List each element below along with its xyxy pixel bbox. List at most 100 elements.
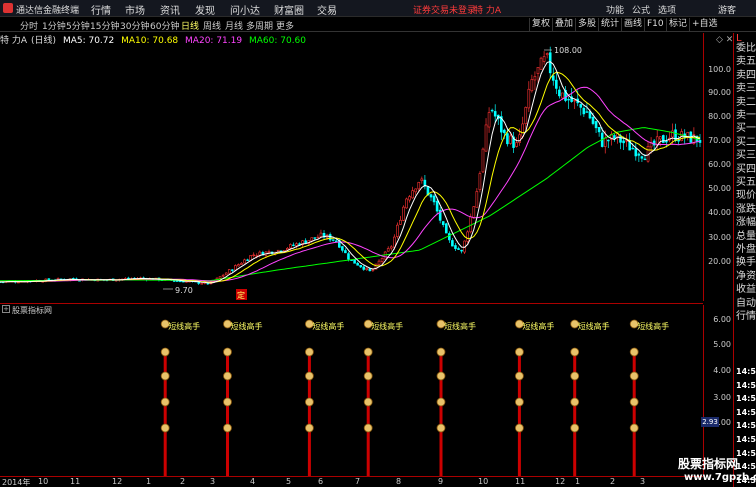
- btn-adjust[interactable]: 复权: [529, 18, 552, 31]
- candle-body: [634, 148, 638, 157]
- max-price-label: 108.00: [554, 46, 582, 55]
- candle-body: [509, 135, 512, 144]
- candle-body: [368, 268, 372, 272]
- candle-body: [677, 139, 680, 142]
- btn-draw[interactable]: 画线: [621, 18, 644, 31]
- candle-body: [524, 107, 528, 125]
- menu-options[interactable]: 选项: [658, 3, 676, 16]
- tick-time: 14:5: [736, 380, 756, 390]
- period-monthly[interactable]: 月线: [225, 19, 243, 32]
- candle-body: [405, 198, 408, 209]
- candle-body: [545, 53, 549, 56]
- candle-body: [597, 127, 601, 133]
- site-watermark: 股票指标网 www.7gpzb.com: [674, 455, 756, 487]
- period-5min[interactable]: 5分钟: [66, 19, 90, 32]
- signal-label: 短线高手: [168, 321, 200, 331]
- date-tick: 10: [38, 477, 49, 486]
- signal-label: 短线高手: [637, 321, 669, 331]
- candle-body: [665, 140, 668, 143]
- candle-body: [328, 234, 332, 241]
- menu-functions[interactable]: 功能: [606, 3, 624, 16]
- indicator-panel-header: + 股票指标网: [0, 303, 703, 315]
- candle-body: [472, 206, 476, 219]
- candle-body: [417, 182, 421, 190]
- signal-label: 短线高手: [522, 321, 554, 331]
- candle-body: [536, 67, 540, 74]
- menu-trade[interactable]: 交易: [317, 2, 337, 17]
- date-tick: 7: [355, 477, 361, 486]
- tick-time: 14:5: [736, 407, 756, 417]
- candle-body: [310, 237, 314, 242]
- signal-coin-icon: [223, 347, 232, 357]
- signal-coin-icon: [436, 423, 446, 433]
- btn-overlay[interactable]: 叠加: [552, 18, 575, 31]
- quote-side-panel: L 委比 卖五 卖四 卖三 卖二 卖一 买一 买二 买三 买四 买五 现价 涨跌 涨幅 总量 外盘 换手 净资 收益自…: [733, 33, 756, 487]
- candle-body: [603, 137, 607, 147]
- watermark-line2: www.7gpzb.com: [684, 472, 756, 483]
- btn-multi-stock[interactable]: 多股: [575, 18, 598, 31]
- signal-indicator-chart[interactable]: 短线高手 短线高手 短线高手 短线高手 短线高手 短线高手 短线高手 短线高手: [0, 316, 703, 476]
- signal-coin-icon: [160, 371, 170, 381]
- signal-coin-icon: [515, 371, 524, 381]
- signal-coin-icon: [629, 397, 639, 407]
- period-weekly[interactable]: 周线: [203, 19, 221, 32]
- signal-coin-icon: [436, 397, 446, 407]
- candle-body: [643, 158, 647, 161]
- date-tick: 5: [286, 477, 292, 486]
- btn-f10[interactable]: F10: [644, 18, 666, 31]
- date-tick: 1: [146, 477, 152, 486]
- signal-label: 短线高手: [444, 321, 476, 331]
- signal-coin-icon: [304, 423, 314, 433]
- period-daily[interactable]: 日线: [181, 19, 199, 32]
- min-price-label: 9.70: [175, 286, 193, 295]
- side-label[interactable]: 行情: [736, 307, 756, 322]
- period-1min[interactable]: 1分钟: [42, 19, 66, 32]
- date-year: 2014年: [2, 478, 31, 487]
- menu-quotes[interactable]: 行情: [91, 2, 111, 17]
- event-marker[interactable]: 定: [237, 290, 245, 300]
- candle-body: [594, 121, 598, 129]
- btn-add-favorite[interactable]: +自选: [689, 18, 720, 31]
- indicator-tick: 5.00: [713, 340, 731, 349]
- guest-user[interactable]: 游客: [718, 3, 736, 16]
- price-tick: 80.00: [708, 112, 731, 121]
- signal-coin-icon: [160, 397, 170, 407]
- indicator-panel-title: 股票指标网: [12, 306, 52, 315]
- candle-body: [561, 92, 564, 99]
- date-tick: 12: [112, 477, 123, 486]
- candle-body: [341, 246, 344, 251]
- period-60min[interactable]: 60分钟: [150, 19, 179, 32]
- tick-time: 14:5: [736, 394, 756, 404]
- candle-body: [258, 251, 262, 256]
- period-more[interactable]: 更多: [276, 19, 294, 32]
- signal-coin-icon: [570, 423, 580, 433]
- price-tick: 100.0: [708, 65, 731, 74]
- period-30min[interactable]: 30分钟: [120, 19, 149, 32]
- date-tick: 2: [610, 477, 616, 486]
- period-multi[interactable]: 多周期: [246, 19, 273, 32]
- candle-body: [478, 173, 482, 191]
- login-status[interactable]: 证券交易未登录: [413, 3, 476, 16]
- menu-formula[interactable]: 公式: [632, 3, 650, 16]
- candle-body: [240, 262, 243, 265]
- menu-wealth[interactable]: 财富圈: [274, 2, 304, 17]
- app-logo-icon: [3, 3, 13, 13]
- menu-discover[interactable]: 发现: [195, 2, 215, 17]
- indicator-current-value: 2.93: [701, 417, 719, 427]
- btn-mark[interactable]: 标记: [666, 18, 689, 31]
- period-intraday[interactable]: 分时: [20, 19, 38, 32]
- candle-body: [481, 148, 485, 173]
- candle-body: [408, 196, 411, 201]
- candlestick-chart[interactable]: 108.00 9.70 定: [0, 45, 703, 300]
- btn-stats[interactable]: 统计: [598, 18, 621, 31]
- expand-icon[interactable]: +: [2, 305, 10, 313]
- signal-coin-icon: [629, 347, 639, 357]
- candle-body: [393, 236, 396, 248]
- menu-market[interactable]: 市场: [125, 2, 145, 17]
- menu-news[interactable]: 资讯: [160, 2, 180, 17]
- signal-coin-icon: [304, 371, 314, 381]
- menu-ask[interactable]: 问小达: [230, 2, 260, 17]
- price-tick: 30.00: [708, 233, 731, 242]
- candle-body: [316, 236, 320, 239]
- period-15min[interactable]: 15分钟: [90, 19, 119, 32]
